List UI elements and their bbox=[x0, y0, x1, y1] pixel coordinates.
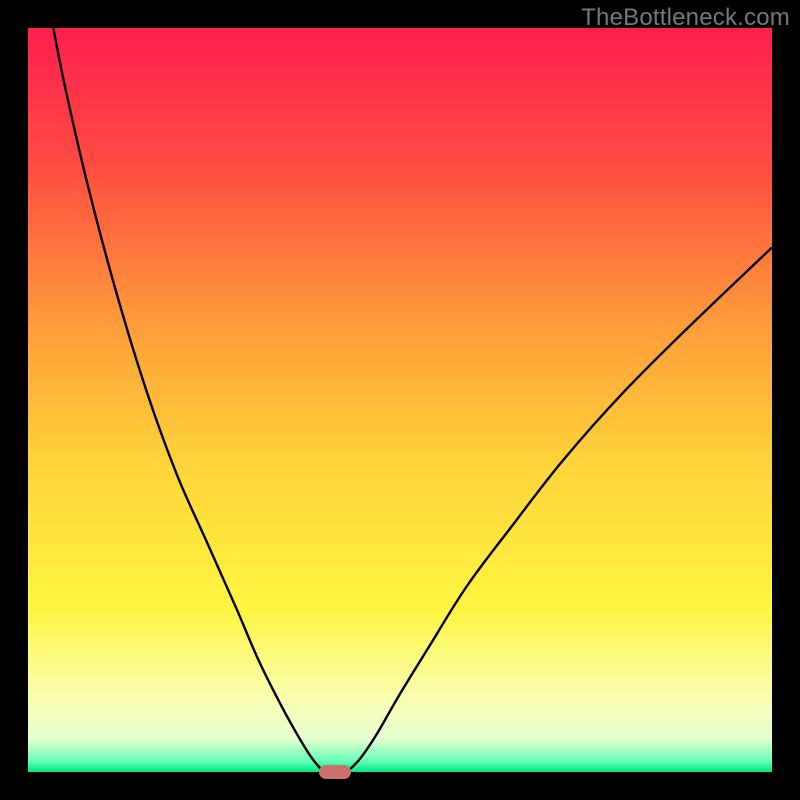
watermark-text: TheBottleneck.com bbox=[581, 4, 790, 32]
chart-background-gradient bbox=[28, 28, 772, 772]
optimum-marker bbox=[319, 765, 351, 779]
chart-frame bbox=[28, 28, 772, 772]
